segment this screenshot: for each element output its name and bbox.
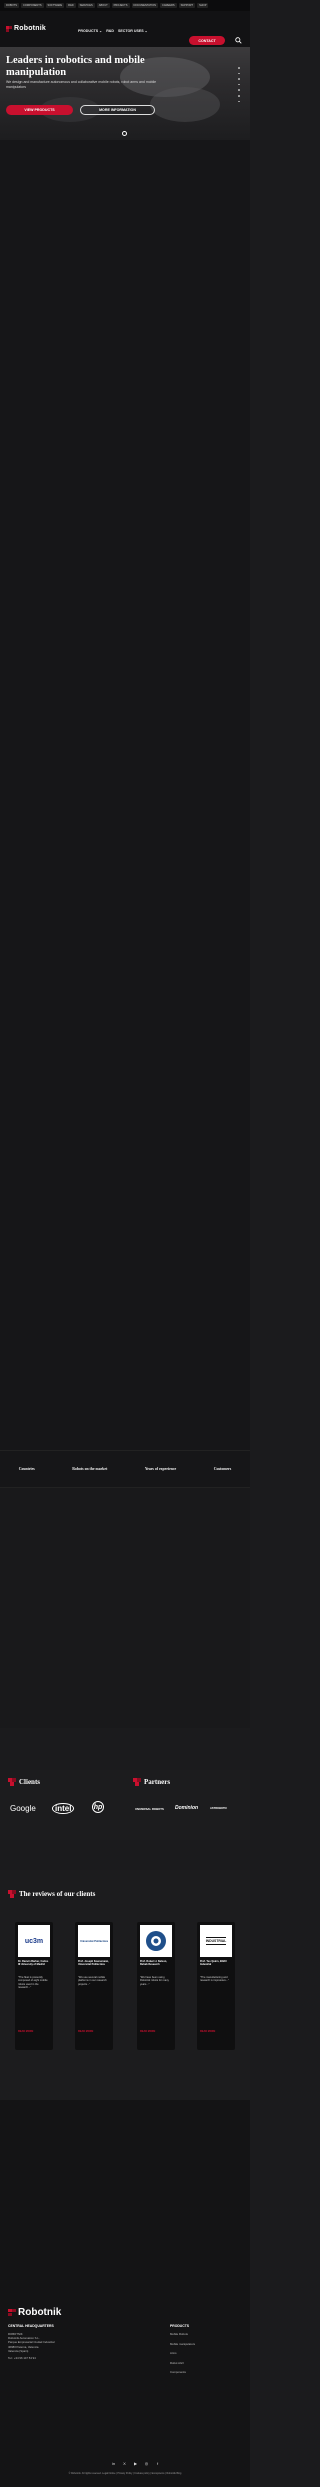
section-mark-icon bbox=[133, 1778, 141, 1786]
topbar-item[interactable]: R&D bbox=[66, 3, 76, 8]
logo-mark-icon bbox=[8, 2308, 16, 2317]
linkedin-icon[interactable]: in bbox=[111, 2461, 116, 2466]
content-band bbox=[0, 140, 250, 1450]
brand-name: Robotnik bbox=[14, 25, 46, 32]
review-quote: "We have been using Robotnik robots for … bbox=[140, 1976, 169, 1986]
footer-logo[interactable]: Robotnik bbox=[8, 2307, 61, 2318]
hero-title: Leaders in robotics and mobile manipulat… bbox=[6, 55, 145, 78]
hp-logo: hp bbox=[92, 1801, 104, 1813]
topbar-item[interactable]: CAREERS bbox=[160, 3, 177, 8]
review-author: Prof. Teo Quinn, ENAC Industrial bbox=[200, 1960, 228, 1967]
clients-partners-section: Clients Google intel hp Partners UNIVERS… bbox=[0, 1770, 250, 1840]
contact-button[interactable]: CONTACT bbox=[189, 36, 225, 45]
section-mark-icon bbox=[8, 1778, 16, 1786]
reviews-section: The reviews of our clients uc3m Dr. Ramó… bbox=[0, 1870, 250, 2100]
topbar-item[interactable]: ABOUT bbox=[96, 3, 110, 8]
hero-side-dots[interactable] bbox=[238, 67, 240, 103]
topbar-item[interactable]: SERVICES bbox=[77, 3, 95, 8]
partners-heading: Partners bbox=[133, 1778, 170, 1786]
footer-link[interactable]: Arms bbox=[170, 2351, 195, 2355]
read-more-link[interactable]: READ MORE bbox=[78, 2030, 93, 2033]
partners-title: Partners bbox=[144, 1778, 171, 1786]
read-more-link[interactable]: READ MORE bbox=[18, 2030, 33, 2033]
industrial-logo: INDUSTRIAL bbox=[200, 1925, 232, 1957]
logo-mark-icon bbox=[6, 25, 12, 32]
topbar-item[interactable]: COMPONENTS bbox=[20, 3, 44, 8]
stat-customers: Customers bbox=[213, 1467, 232, 1471]
nav-products[interactable]: PRODUCTS ⌄ bbox=[78, 29, 102, 33]
topbar-item[interactable]: DOCUMENTATION bbox=[131, 3, 159, 8]
carousel-pager-icon[interactable] bbox=[122, 131, 127, 136]
review-author: Prof. Joseph Koenemann, Universitat Poli… bbox=[78, 1960, 109, 1967]
legal-notice: © Robotnik. All rights reserved. Legal N… bbox=[68, 2472, 182, 2475]
stats-strip: Countries Robots on the market Years of … bbox=[0, 1450, 250, 1488]
uc3m-logo: uc3m bbox=[18, 1925, 50, 1957]
footer-link[interactable]: Mobile manipulators bbox=[170, 2342, 195, 2346]
headquarters-title: CENTRAL HEADQUARTERS bbox=[8, 2324, 54, 2328]
gear-icon bbox=[146, 1931, 166, 1951]
dominion-logo: Dominion bbox=[175, 1805, 199, 1811]
footer-link[interactable]: Components bbox=[170, 2370, 195, 2374]
main-nav: PRODUCTS ⌄ R&D SECTOR USES ⌄ bbox=[78, 29, 148, 33]
review-author: Prof. Robert J. Nelson, Rehab Research bbox=[140, 1960, 167, 1967]
nav-sector-uses[interactable]: SECTOR USES ⌄ bbox=[118, 29, 148, 33]
universal-robots-logo: UNIVERSAL ROBOTS bbox=[135, 1807, 164, 1811]
youtube-icon[interactable]: ▶ bbox=[133, 2461, 138, 2466]
headquarters-address: ROBOTNIK Robotnik Automation S.L. Parque… bbox=[8, 2332, 55, 2361]
gear-logo bbox=[140, 1925, 172, 1957]
section-mark-icon bbox=[8, 1890, 16, 1898]
stat-robots: Robots on the market bbox=[72, 1467, 108, 1471]
view-products-button[interactable]: VIEW PRODUCTS bbox=[6, 105, 73, 115]
review-card: uc3m Dr. Ramón Barber, Carlos III Univer… bbox=[15, 1922, 53, 2050]
brand-logo[interactable]: Robotnik bbox=[6, 25, 46, 32]
stat-years: Years of experience bbox=[144, 1467, 177, 1471]
spacer-band bbox=[0, 1488, 250, 1728]
site-header: Robotnik PRODUCTS ⌄ R&D SECTOR USES ⌄ AP… bbox=[0, 11, 250, 51]
read-more-link[interactable]: READ MORE bbox=[200, 2030, 215, 2033]
search-icon[interactable] bbox=[235, 37, 242, 44]
facebook-icon[interactable]: f bbox=[155, 2461, 160, 2466]
reviews-heading: The reviews of our clients bbox=[8, 1890, 95, 1898]
top-utility-bar: ROBOTS COMPONENTS SOFTWARE R&D SERVICES … bbox=[0, 0, 250, 11]
footer-link[interactable]: Mobile Robots bbox=[170, 2332, 195, 2336]
x-icon[interactable]: X bbox=[122, 2461, 127, 2466]
topbar-item[interactable]: SUPPORT bbox=[178, 3, 196, 8]
topbar-item[interactable]: SHOP bbox=[197, 3, 209, 8]
footer-link[interactable]: Robot AGV bbox=[170, 2361, 195, 2365]
products-title: PRODUCTS bbox=[170, 2324, 190, 2328]
review-card: INDUSTRIAL Prof. Teo Quinn, ENAC Industr… bbox=[197, 1922, 235, 2050]
read-more-link[interactable]: READ MORE bbox=[140, 2030, 155, 2033]
astrobotic-logo: ASTROBOTIC bbox=[210, 1807, 228, 1810]
footer-brand-name: Robotnik bbox=[18, 2307, 62, 2318]
topbar-item[interactable]: ROBOTS bbox=[4, 3, 19, 8]
clients-title: Clients bbox=[19, 1778, 40, 1786]
university-logo: Universitat Politècnica bbox=[78, 1925, 110, 1957]
more-information-button[interactable]: MORE INFORMATION bbox=[80, 105, 155, 115]
clients-heading: Clients bbox=[8, 1778, 40, 1786]
instagram-icon[interactable]: ◎ bbox=[144, 2461, 149, 2466]
topbar-item[interactable]: PROJECTS bbox=[111, 3, 130, 8]
hero-description: We design and manufacture autonomous and… bbox=[6, 80, 157, 89]
nav-rd[interactable]: R&D bbox=[106, 29, 114, 33]
review-card: Prof. Robert J. Nelson, Rehab Research "… bbox=[137, 1922, 175, 2050]
review-quote: "The fleet is presently composed of eigh… bbox=[18, 1976, 48, 1990]
review-author: Dr. Ramón Barber, Carlos III University … bbox=[18, 1960, 49, 1967]
reviews-title: The reviews of our clients bbox=[19, 1890, 96, 1898]
footer-product-links: Mobile Robots Mobile manipulators Arms R… bbox=[170, 2332, 195, 2374]
review-quote: "We use several mobile platforms in our … bbox=[78, 1976, 107, 1986]
stat-countries: Countries bbox=[18, 1467, 35, 1471]
hero-banner: Leaders in robotics and mobile manipulat… bbox=[0, 47, 250, 140]
social-links: in X ▶ ◎ f bbox=[111, 2461, 160, 2466]
topbar-item[interactable]: SOFTWARE bbox=[45, 3, 65, 8]
review-quote: "The manufacturing and research is impre… bbox=[200, 1976, 229, 1983]
intel-logo: intel bbox=[52, 1803, 75, 1814]
review-card: Universitat Politècnica Prof. Joseph Koe… bbox=[75, 1922, 113, 2050]
site-footer: Robotnik CENTRAL HEADQUARTERS ROBOTNIK R… bbox=[0, 2100, 250, 2487]
google-logo: Google bbox=[10, 1804, 36, 1813]
